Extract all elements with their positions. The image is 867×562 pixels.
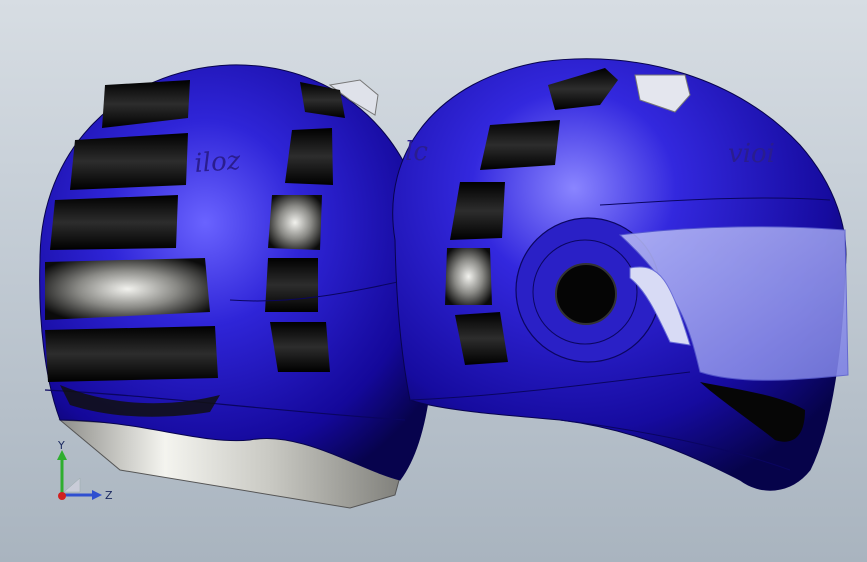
center-logo-text: lc (405, 137, 428, 167)
left-vent-2 (70, 133, 188, 190)
left-vent-3 (50, 195, 178, 250)
z-axis-label: Z (105, 489, 113, 502)
x-axis-dot-icon (58, 492, 66, 500)
model-scene[interactable]: iloz lc vioi (0, 0, 867, 562)
graphics-viewport[interactable]: iloz lc vioi Y Z (0, 0, 867, 562)
right-vent-1 (480, 120, 560, 170)
right-vent-3 (445, 248, 492, 305)
y-axis-label: Y (57, 440, 65, 452)
orientation-triad[interactable]: Y Z (50, 440, 120, 510)
left-vent-5 (45, 326, 218, 382)
visor-pivot-knob[interactable] (555, 263, 617, 325)
left-side-vent-1 (285, 128, 333, 185)
right-helmet[interactable]: lc vioi (392, 58, 849, 491)
left-side-vent-3 (265, 258, 318, 312)
left-vent-4 (45, 258, 210, 320)
left-side-vent-4 (270, 322, 330, 372)
left-side-vent-2 (268, 195, 322, 250)
left-logo-text: iloz (193, 146, 241, 179)
z-axis-arrowhead (92, 490, 102, 500)
right-logo-text: vioi (728, 139, 775, 169)
